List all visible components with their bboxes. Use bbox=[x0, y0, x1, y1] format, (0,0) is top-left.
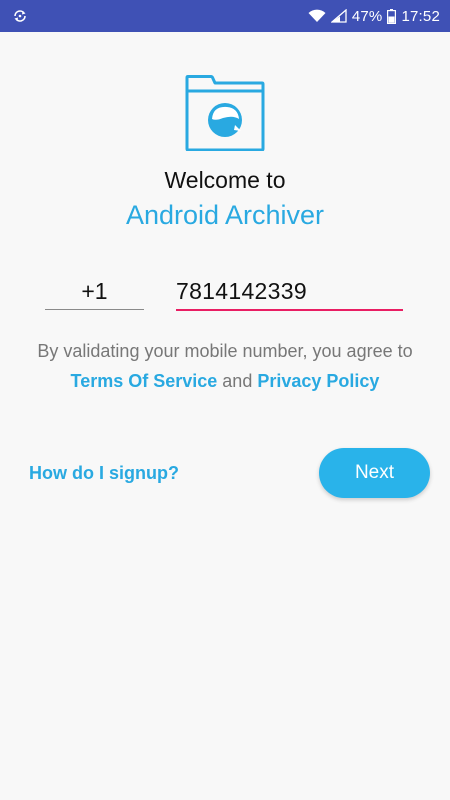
terms-of-service-link[interactable]: Terms Of Service bbox=[71, 371, 218, 391]
how-to-signup-link[interactable]: How do I signup? bbox=[29, 463, 179, 484]
battery-percent: 47% bbox=[351, 7, 383, 25]
status-bar-right: 47% 17:52 bbox=[308, 8, 440, 25]
terms-conjunction: and bbox=[217, 371, 258, 391]
status-bar-left bbox=[12, 9, 28, 23]
status-bar: 47% 17:52 bbox=[0, 0, 450, 32]
privacy-policy-link[interactable]: Privacy Policy bbox=[257, 371, 379, 391]
terms-prefix: By validating your mobile number, you ag… bbox=[37, 341, 413, 361]
app-name-title: Android Archiver bbox=[125, 200, 325, 230]
battery-icon bbox=[387, 8, 397, 24]
app-logo bbox=[183, 75, 267, 152]
terms-text: By validating your mobile number, you ag… bbox=[30, 336, 420, 396]
country-code-input[interactable] bbox=[45, 274, 144, 310]
next-button[interactable]: Next bbox=[319, 448, 430, 498]
sync-icon bbox=[12, 9, 28, 23]
wifi-icon bbox=[308, 9, 326, 23]
phone-number-input[interactable] bbox=[176, 274, 403, 311]
cellular-signal-icon bbox=[330, 9, 347, 23]
folder-chat-icon bbox=[185, 75, 265, 152]
clock: 17:52 bbox=[401, 7, 440, 25]
welcome-title: Welcome to bbox=[164, 167, 286, 193]
